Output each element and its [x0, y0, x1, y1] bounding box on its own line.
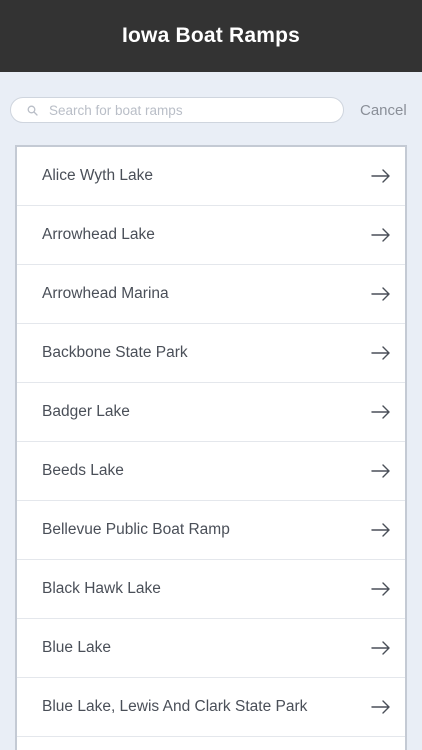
- list-item[interactable]: Backbone State Park: [17, 324, 405, 383]
- arrow-right-icon: [371, 404, 391, 420]
- arrow-right-icon: [371, 699, 391, 715]
- list-item-label: Arrowhead Lake: [42, 226, 155, 243]
- search-icon: [25, 103, 39, 117]
- cancel-button[interactable]: Cancel: [360, 102, 407, 119]
- list-item[interactable]: Beeds Lake: [17, 442, 405, 501]
- list-item-label: Blue Lake: [42, 639, 111, 656]
- list-item-label: Arrowhead Marina: [42, 285, 169, 302]
- arrow-right-icon: [371, 522, 391, 538]
- list-item-label: Black Hawk Lake: [42, 580, 161, 597]
- list-item[interactable]: Arrowhead Lake: [17, 206, 405, 265]
- list-item[interactable]: Blue Lake, Lewis And Clark State Park: [17, 678, 405, 737]
- list-item[interactable]: Badger Lake: [17, 383, 405, 442]
- arrow-right-icon: [371, 168, 391, 184]
- search-input[interactable]: [49, 102, 299, 118]
- search-field[interactable]: [10, 97, 344, 123]
- arrow-right-icon: [371, 345, 391, 361]
- app-root: Iowa Boat Ramps Cancel Alice Wyth Lake A…: [0, 0, 422, 750]
- arrow-right-icon: [371, 463, 391, 479]
- list-item[interactable]: Black Hawk Lake: [17, 560, 405, 619]
- arrow-right-icon: [371, 286, 391, 302]
- list-item-label: Beeds Lake: [42, 462, 124, 479]
- boat-ramp-list: Alice Wyth Lake Arrowhead Lake Arrowhead…: [15, 145, 407, 750]
- nav-header: Iowa Boat Ramps: [0, 0, 422, 72]
- list-item[interactable]: Bellevue Public Boat Ramp: [17, 501, 405, 560]
- list-item-label: Blue Lake, Lewis And Clark State Park: [42, 698, 308, 715]
- page-title: Iowa Boat Ramps: [121, 24, 301, 47]
- list-item-label: Alice Wyth Lake: [42, 167, 153, 184]
- arrow-right-icon: [371, 581, 391, 597]
- list-item-label: Badger Lake: [42, 403, 130, 420]
- list-item[interactable]: Arrowhead Marina: [17, 265, 405, 324]
- search-bar: Cancel: [10, 97, 412, 123]
- list-item[interactable]: Alice Wyth Lake: [17, 147, 405, 206]
- list-item[interactable]: Blue Lake: [17, 619, 405, 678]
- arrow-right-icon: [371, 640, 391, 656]
- list-item-label: Backbone State Park: [42, 344, 188, 361]
- arrow-right-icon: [371, 227, 391, 243]
- list-item-label: Bellevue Public Boat Ramp: [42, 521, 230, 538]
